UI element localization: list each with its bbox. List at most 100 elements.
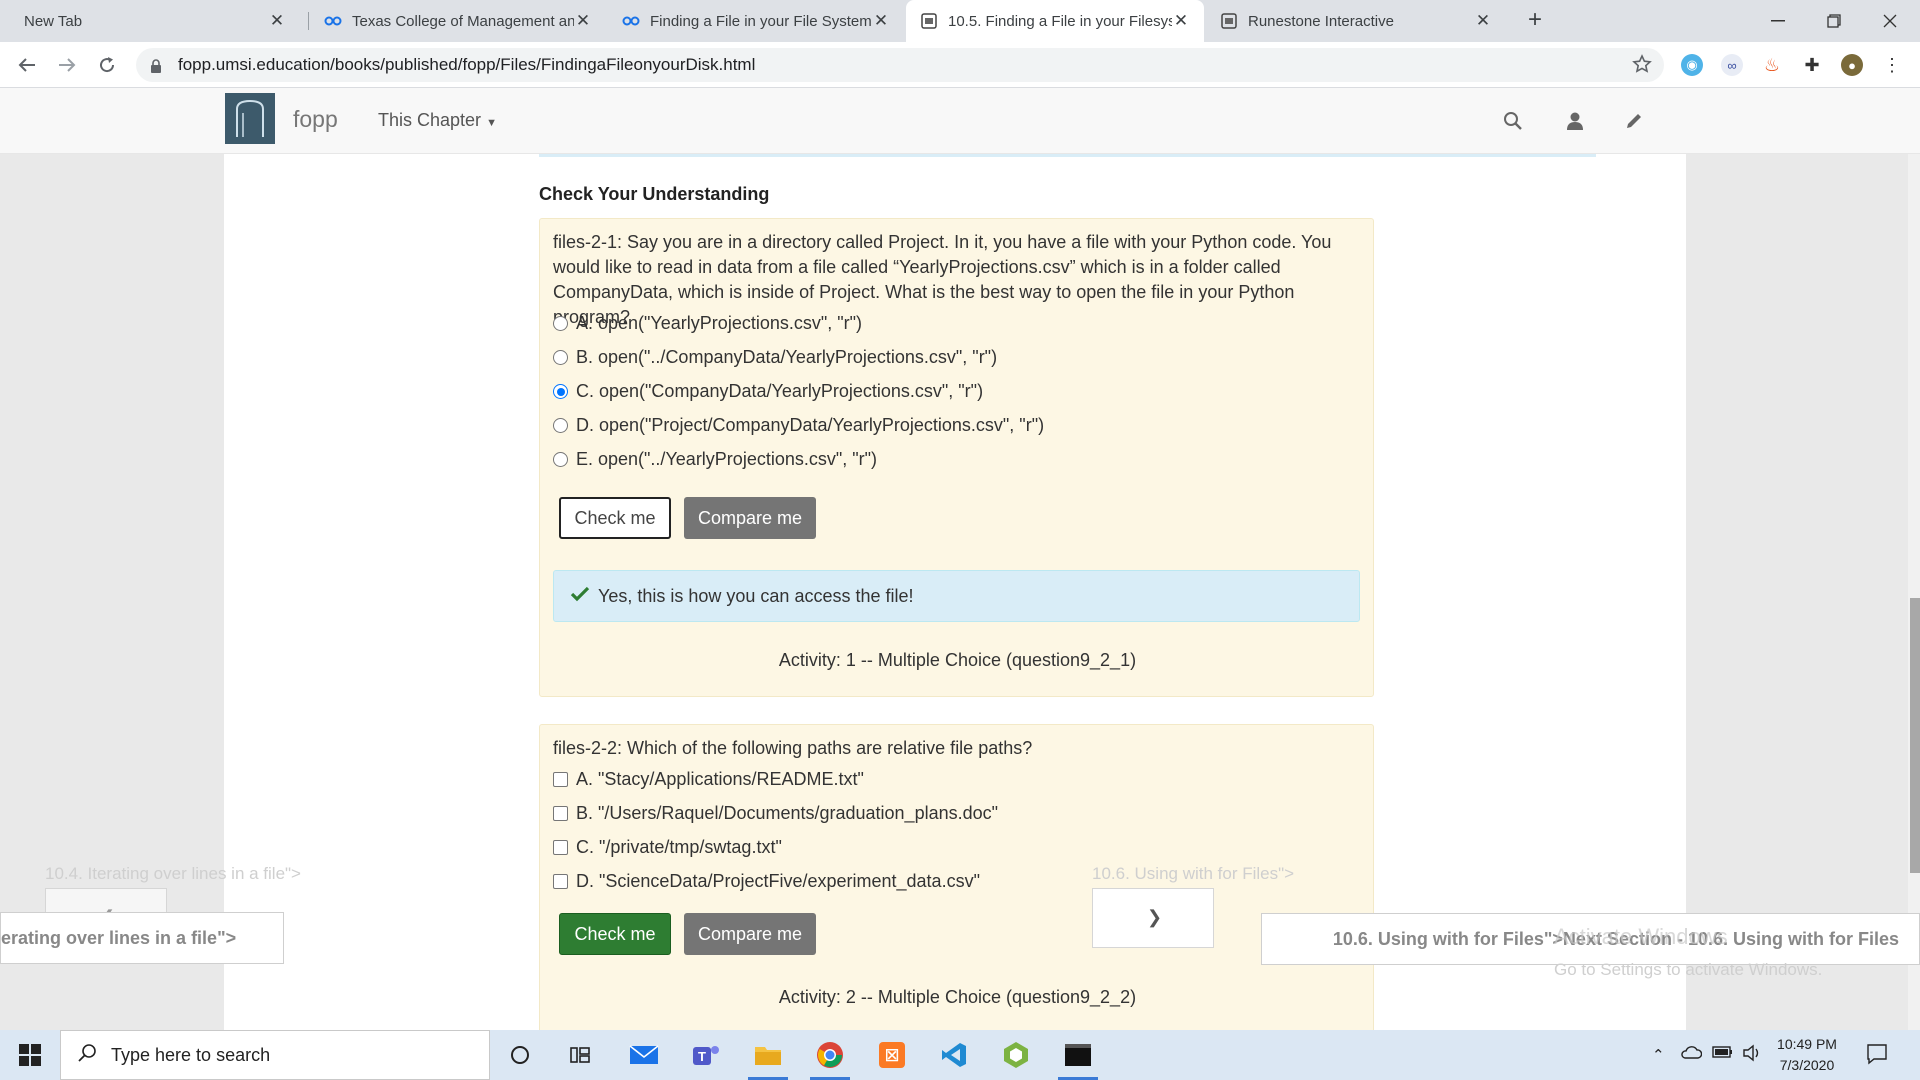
tab-texas-college[interactable]: Texas College of Management an ✕ bbox=[310, 0, 606, 42]
xampp-icon[interactable]: ☒ bbox=[866, 1030, 918, 1080]
option-label: D. open("Project/CompanyData/YearlyProje… bbox=[576, 415, 1045, 435]
clock-date[interactable]: 7/3/2020 bbox=[1772, 1057, 1842, 1073]
search-icon bbox=[77, 1043, 97, 1068]
answer-option-d[interactable]: D. open("Project/CompanyData/YearlyProje… bbox=[553, 415, 1044, 436]
mail-icon[interactable] bbox=[618, 1030, 670, 1080]
taskbar-search-input[interactable]: Type here to search bbox=[60, 1030, 490, 1080]
extensions-puzzle-icon[interactable]: ✚ bbox=[1801, 54, 1823, 76]
svg-text:T: T bbox=[698, 1049, 706, 1064]
option-label: B. "/Users/Raquel/Documents/graduation_p… bbox=[576, 803, 999, 823]
extension-blue-icon[interactable]: ◉ bbox=[1681, 54, 1703, 76]
radio-button[interactable] bbox=[553, 350, 568, 365]
answer-option-b[interactable]: B. open("../CompanyData/YearlyProjection… bbox=[553, 347, 997, 368]
prev-section-link-text: erating over lines in a file"> bbox=[1, 927, 237, 948]
new-tab-button[interactable]: + bbox=[1520, 6, 1550, 36]
next-arrow-box[interactable]: ❯ bbox=[1092, 888, 1214, 948]
checkbox[interactable] bbox=[553, 840, 568, 855]
radio-button[interactable] bbox=[553, 452, 568, 467]
check-me-button[interactable]: Check me bbox=[559, 497, 671, 539]
pencil-icon[interactable] bbox=[1621, 108, 1647, 134]
radio-button[interactable] bbox=[553, 316, 568, 331]
compare-me-button[interactable]: Compare me bbox=[684, 913, 816, 955]
checkbox[interactable] bbox=[553, 772, 568, 787]
volume-icon[interactable] bbox=[1742, 1044, 1762, 1065]
answer-option-d[interactable]: D. "ScienceData/ProjectFive/experiment_d… bbox=[553, 871, 980, 892]
runestone-favicon-icon bbox=[1220, 12, 1238, 30]
tab-finding-file[interactable]: Finding a File in your File System ✕ bbox=[608, 0, 904, 42]
lock-icon bbox=[150, 58, 164, 73]
answer-option-a[interactable]: A. open("YearlyProjections.csv", "r") bbox=[553, 313, 862, 334]
profile-avatar-icon[interactable]: ● bbox=[1841, 54, 1863, 76]
prev-section-link[interactable]: erating over lines in a file"> bbox=[0, 912, 284, 964]
reload-icon[interactable] bbox=[92, 50, 122, 80]
onedrive-cloud-icon[interactable] bbox=[1680, 1044, 1703, 1063]
tab-title: New Tab bbox=[24, 12, 83, 30]
tab-title: Texas College of Management an bbox=[352, 12, 574, 30]
answer-option-c[interactable]: C. "/private/tmp/swtag.txt" bbox=[553, 837, 782, 858]
compare-me-button[interactable]: Compare me bbox=[684, 497, 816, 539]
checkbox[interactable] bbox=[553, 874, 568, 889]
check-me-button[interactable]: Check me bbox=[559, 913, 671, 955]
logo[interactable] bbox=[225, 93, 275, 144]
back-arrow-icon[interactable] bbox=[12, 50, 42, 80]
answer-option-c[interactable]: C. open("CompanyData/YearlyProjections.c… bbox=[553, 381, 983, 402]
bookmark-star-icon[interactable] bbox=[1632, 54, 1652, 79]
chevron-right-icon: ❯ bbox=[1147, 907, 1163, 927]
radio-button[interactable] bbox=[553, 418, 568, 433]
tab-new-tab[interactable]: New Tab ✕ bbox=[10, 0, 300, 42]
extension-flame-icon[interactable]: ♨ bbox=[1761, 54, 1783, 76]
cortana-icon[interactable] bbox=[494, 1030, 546, 1080]
terminal-icon[interactable] bbox=[1052, 1030, 1104, 1080]
address-bar[interactable]: fopp.umsi.education/books/published/fopp… bbox=[136, 48, 1664, 82]
close-icon[interactable]: ✕ bbox=[268, 11, 286, 31]
extension-mask-icon[interactable]: ∞ bbox=[1721, 54, 1743, 76]
clock-time[interactable]: 10:49 PM bbox=[1772, 1036, 1842, 1052]
next-section-ghost-label: 10.6. Using with for Files"> bbox=[1092, 864, 1295, 883]
answer-option-e[interactable]: E. open("../YearlyProjections.csv", "r") bbox=[553, 449, 877, 470]
site-brand[interactable]: fopp bbox=[293, 106, 338, 133]
caret-down-icon: ▼ bbox=[486, 117, 497, 129]
activate-windows-subtitle: Go to Settings to activate Windows. bbox=[1554, 960, 1823, 979]
checkmark-icon bbox=[570, 586, 590, 607]
file-explorer-icon[interactable] bbox=[742, 1030, 794, 1080]
radio-button-selected[interactable] bbox=[553, 384, 568, 399]
tab-runestone[interactable]: Runestone Interactive ✕ bbox=[1206, 0, 1506, 42]
tab-active-fopp[interactable]: 10.5. Finding a File in your Filesys ✕ bbox=[906, 0, 1204, 42]
tray-chevron-up-icon[interactable]: ⌃ bbox=[1652, 1046, 1665, 1064]
scrollbar-thumb[interactable] bbox=[1910, 598, 1920, 873]
url-text: fopp.umsi.education/books/published/fopp… bbox=[178, 55, 756, 74]
option-label: B. open("../CompanyData/YearlyProjection… bbox=[576, 347, 998, 367]
restore-icon[interactable] bbox=[1806, 0, 1862, 42]
minimize-icon[interactable] bbox=[1750, 0, 1806, 42]
forward-arrow-icon[interactable] bbox=[52, 50, 82, 80]
windows-start-icon[interactable] bbox=[0, 1030, 60, 1080]
notification-center-icon[interactable] bbox=[1866, 1043, 1888, 1068]
question-card-1: files-2-1: Say you are in a directory ca… bbox=[539, 218, 1374, 697]
close-icon[interactable]: ✕ bbox=[872, 11, 890, 31]
task-view-icon[interactable] bbox=[554, 1030, 606, 1080]
option-label: A. "Stacy/Applications/README.txt" bbox=[576, 769, 864, 789]
hex-app-icon[interactable] bbox=[990, 1030, 1042, 1080]
battery-icon[interactable] bbox=[1712, 1045, 1734, 1062]
scrollbar-track[interactable] bbox=[1908, 154, 1920, 1030]
search-icon[interactable] bbox=[1500, 108, 1526, 134]
window-close-icon[interactable] bbox=[1862, 0, 1918, 42]
this-chapter-menu[interactable]: This Chapter ▼ bbox=[378, 110, 497, 131]
vscode-icon[interactable] bbox=[928, 1030, 980, 1080]
close-icon[interactable]: ✕ bbox=[1474, 11, 1492, 31]
user-icon[interactable] bbox=[1562, 108, 1588, 134]
chrome-icon[interactable] bbox=[804, 1030, 856, 1080]
checkbox[interactable] bbox=[553, 806, 568, 821]
answer-option-a[interactable]: A. "Stacy/Applications/README.txt" bbox=[553, 769, 864, 790]
close-icon[interactable]: ✕ bbox=[574, 11, 592, 31]
browser-menu-icon[interactable]: ⋮ bbox=[1881, 54, 1903, 76]
close-icon[interactable]: ✕ bbox=[1172, 11, 1190, 31]
answer-option-b[interactable]: B. "/Users/Raquel/Documents/graduation_p… bbox=[553, 803, 998, 824]
option-label: C. open("CompanyData/YearlyProjections.c… bbox=[576, 381, 984, 401]
link-favicon-icon bbox=[324, 12, 342, 30]
feedback-text: Yes, this is how you can access the file… bbox=[598, 585, 914, 606]
section-heading: Check Your Understanding bbox=[539, 184, 770, 204]
option-label: C. "/private/tmp/swtag.txt" bbox=[576, 837, 782, 857]
question-prompt: files-2-2: Which of the following paths … bbox=[553, 738, 1033, 758]
teams-icon[interactable]: T bbox=[680, 1030, 732, 1080]
